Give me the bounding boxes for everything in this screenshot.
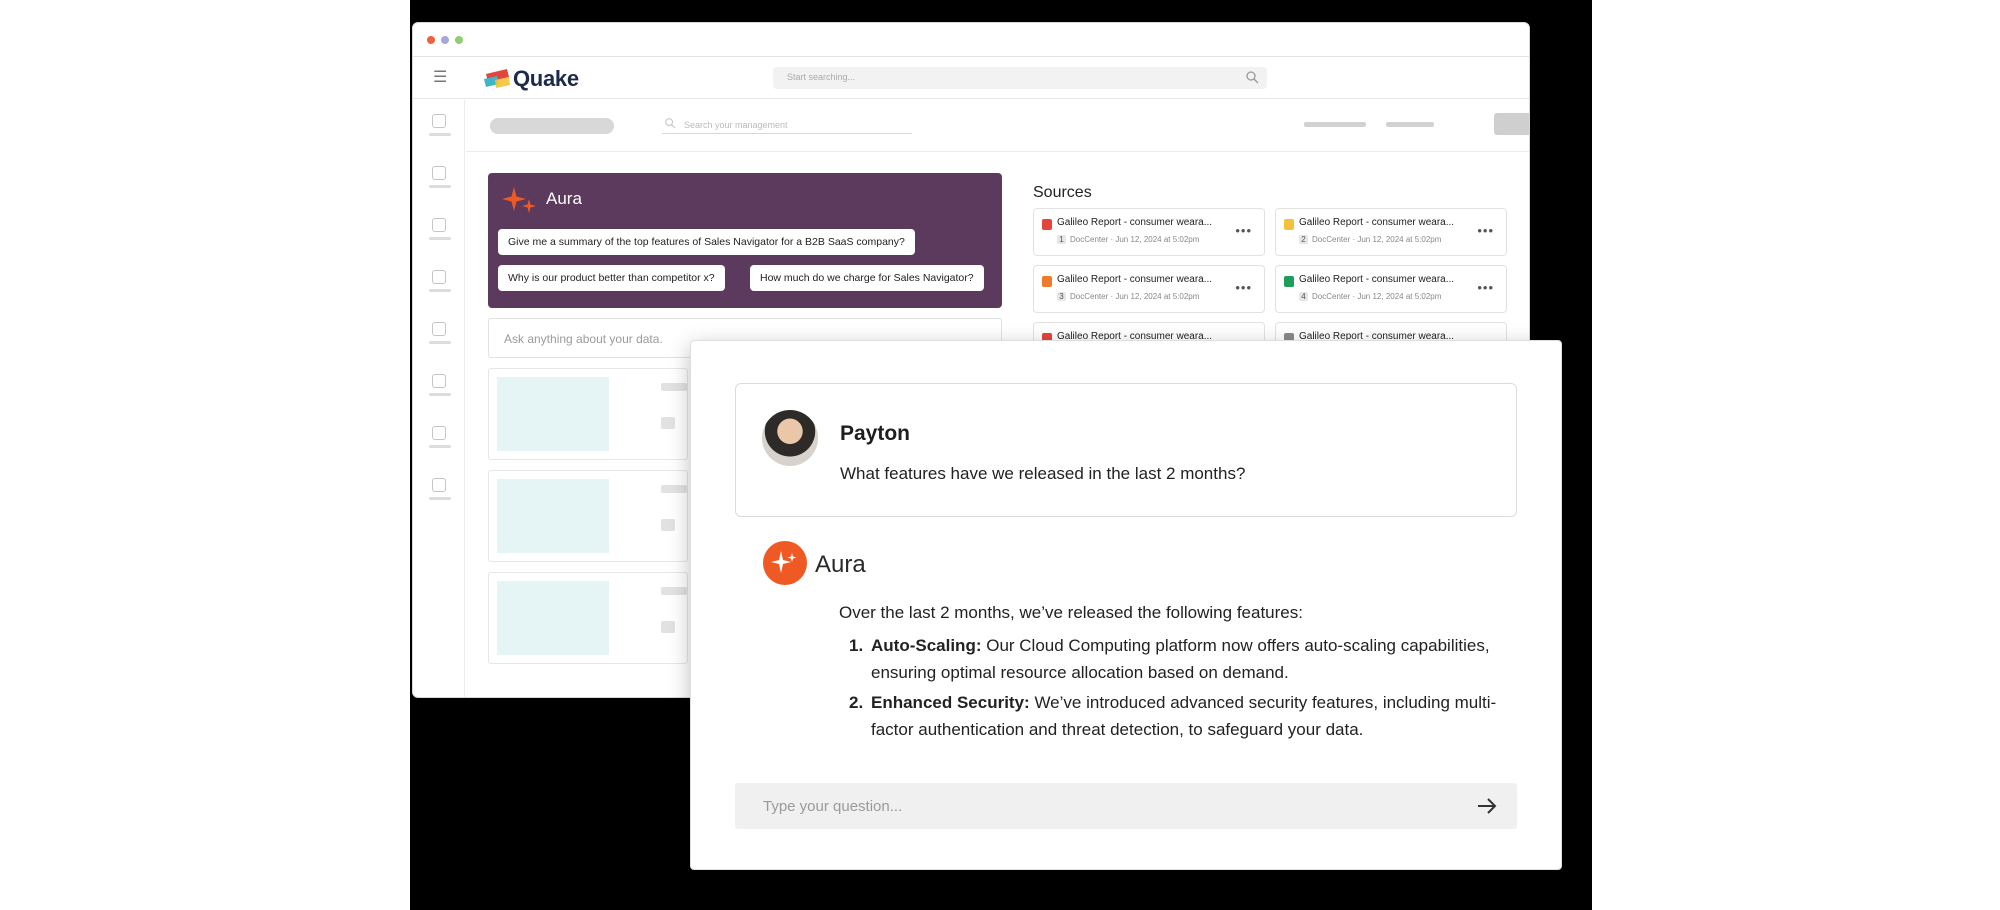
nav-media-icon[interactable] bbox=[429, 426, 451, 456]
search-icon[interactable] bbox=[1245, 70, 1259, 84]
source-meta: 3 DocCenter · Jun 12, 2024 at 5:02pm bbox=[1057, 292, 1199, 301]
secondary-search-placeholder: Search your management bbox=[684, 120, 788, 130]
window-titlebar bbox=[413, 23, 1529, 57]
toolbar-link-placeholder[interactable] bbox=[1304, 122, 1366, 127]
nav-docs-icon[interactable] bbox=[429, 270, 451, 300]
side-navigation bbox=[413, 100, 465, 697]
question-input[interactable]: Type your question... bbox=[735, 783, 1517, 829]
app-header: ☰ Quake Start searching... bbox=[413, 57, 1529, 99]
nav-analytics-icon[interactable] bbox=[429, 322, 451, 352]
nav-home-icon[interactable] bbox=[429, 114, 451, 144]
response-intro: Over the last 2 months, we’ve released t… bbox=[839, 603, 1303, 622]
nav-send-icon[interactable] bbox=[429, 374, 451, 404]
nav-tools-icon[interactable] bbox=[429, 218, 451, 248]
source-title: Galileo Report - consumer weara... bbox=[1057, 217, 1213, 228]
sparkle-icon bbox=[502, 187, 536, 213]
close-window-dot[interactable] bbox=[427, 36, 435, 44]
source-meta: 2 DocCenter · Jun 12, 2024 at 5:02pm bbox=[1299, 235, 1441, 244]
result-thumbnail bbox=[497, 377, 609, 451]
user-message-text: What features have we released in the la… bbox=[840, 464, 1246, 483]
content-toolbar: Search your management bbox=[466, 100, 1529, 152]
aura-chat-panel: Payton What features have we released in… bbox=[690, 340, 1562, 870]
aura-avatar bbox=[763, 541, 807, 585]
minimize-window-dot[interactable] bbox=[441, 36, 449, 44]
source-card[interactable]: Galileo Report - consumer weara... 4 DocC… bbox=[1275, 265, 1507, 313]
pdf-file-icon bbox=[1042, 219, 1052, 230]
result-thumbnail bbox=[497, 479, 609, 553]
breadcrumb-placeholder bbox=[490, 118, 614, 134]
aura-suggestions-card: Aura Give me a summary of the top featur… bbox=[488, 173, 1002, 308]
suggested-prompt-chip[interactable]: Why is our product better than competito… bbox=[498, 265, 725, 291]
question-input-placeholder: Type your question... bbox=[763, 798, 903, 815]
list-item: 2. Enhanced Security: We’ve introduced a… bbox=[841, 689, 1521, 743]
source-title: Galileo Report - consumer weara... bbox=[1299, 217, 1455, 228]
source-card[interactable]: Galileo Report - consumer weara... 3 DocC… bbox=[1033, 265, 1265, 313]
text-placeholder bbox=[661, 383, 687, 391]
slides-file-icon bbox=[1284, 219, 1294, 230]
secondary-search-input[interactable]: Search your management bbox=[662, 114, 912, 134]
top-search-input[interactable]: Start searching... bbox=[773, 67, 1267, 89]
toolbar-link-placeholder[interactable] bbox=[1386, 122, 1434, 127]
source-meta: 4 DocCenter · Jun 12, 2024 at 5:02pm bbox=[1299, 292, 1441, 301]
source-meta: 1 DocCenter · Jun 12, 2024 at 5:02pm bbox=[1057, 235, 1199, 244]
aura-card-title: Aura bbox=[546, 189, 582, 208]
hamburger-icon[interactable]: ☰ bbox=[433, 70, 447, 86]
result-card-placeholder[interactable] bbox=[488, 368, 688, 460]
ellipsis-icon[interactable]: ••• bbox=[1477, 223, 1494, 238]
ellipsis-icon[interactable]: ••• bbox=[1235, 280, 1252, 295]
top-search-placeholder: Start searching... bbox=[787, 72, 856, 82]
ask-data-placeholder: Ask anything about your data. bbox=[504, 332, 663, 346]
icon-placeholder bbox=[661, 417, 675, 429]
source-card[interactable]: Galileo Report - consumer weara... 1 DocC… bbox=[1033, 208, 1265, 256]
ellipsis-icon[interactable]: ••• bbox=[1235, 223, 1252, 238]
sources-heading: Sources bbox=[1033, 184, 1092, 201]
feature-list: 1. Auto-Scaling: Our Cloud Computing pla… bbox=[841, 632, 1521, 746]
ellipsis-icon[interactable]: ••• bbox=[1477, 280, 1494, 295]
user-avatar bbox=[762, 410, 818, 466]
app-logo-text: Quake bbox=[513, 66, 579, 91]
assistant-name: Aura bbox=[815, 551, 866, 578]
suggested-prompt-chip[interactable]: Give me a summary of the top features of… bbox=[498, 229, 915, 255]
arrow-right-icon[interactable] bbox=[1475, 794, 1499, 818]
source-card[interactable]: Galileo Report - consumer weara... 2 DocC… bbox=[1275, 208, 1507, 256]
user-message-card: Payton What features have we released in… bbox=[735, 383, 1517, 517]
maximize-window-dot[interactable] bbox=[455, 36, 463, 44]
text-placeholder bbox=[661, 485, 687, 493]
sparkle-icon bbox=[771, 551, 797, 573]
list-number: 1. bbox=[849, 636, 864, 655]
icon-placeholder bbox=[661, 621, 675, 633]
user-name: Payton bbox=[840, 422, 911, 445]
result-card-placeholder[interactable] bbox=[488, 572, 688, 664]
suggested-prompt-chip[interactable]: How much do we charge for Sales Navigato… bbox=[750, 265, 984, 291]
result-thumbnail bbox=[497, 581, 609, 655]
text-placeholder bbox=[661, 587, 687, 595]
search-icon bbox=[665, 118, 676, 129]
toolbar-button-placeholder[interactable] bbox=[1494, 113, 1529, 135]
source-title: Galileo Report - consumer weara... bbox=[1057, 274, 1213, 285]
list-item: 1. Auto-Scaling: Our Cloud Computing pla… bbox=[841, 632, 1521, 686]
nav-notes-icon[interactable] bbox=[429, 166, 451, 196]
feature-name: Enhanced Security: bbox=[871, 693, 1030, 712]
spreadsheet-file-icon bbox=[1284, 276, 1294, 287]
list-number: 2. bbox=[849, 693, 864, 712]
presentation-file-icon bbox=[1042, 276, 1052, 287]
quake-logo-icon bbox=[484, 69, 510, 88]
icon-placeholder bbox=[661, 519, 675, 531]
feature-name: Auto-Scaling: bbox=[871, 636, 982, 655]
result-card-placeholder[interactable] bbox=[488, 470, 688, 562]
nav-share-icon[interactable] bbox=[429, 478, 451, 508]
source-title: Galileo Report - consumer weara... bbox=[1299, 274, 1455, 285]
